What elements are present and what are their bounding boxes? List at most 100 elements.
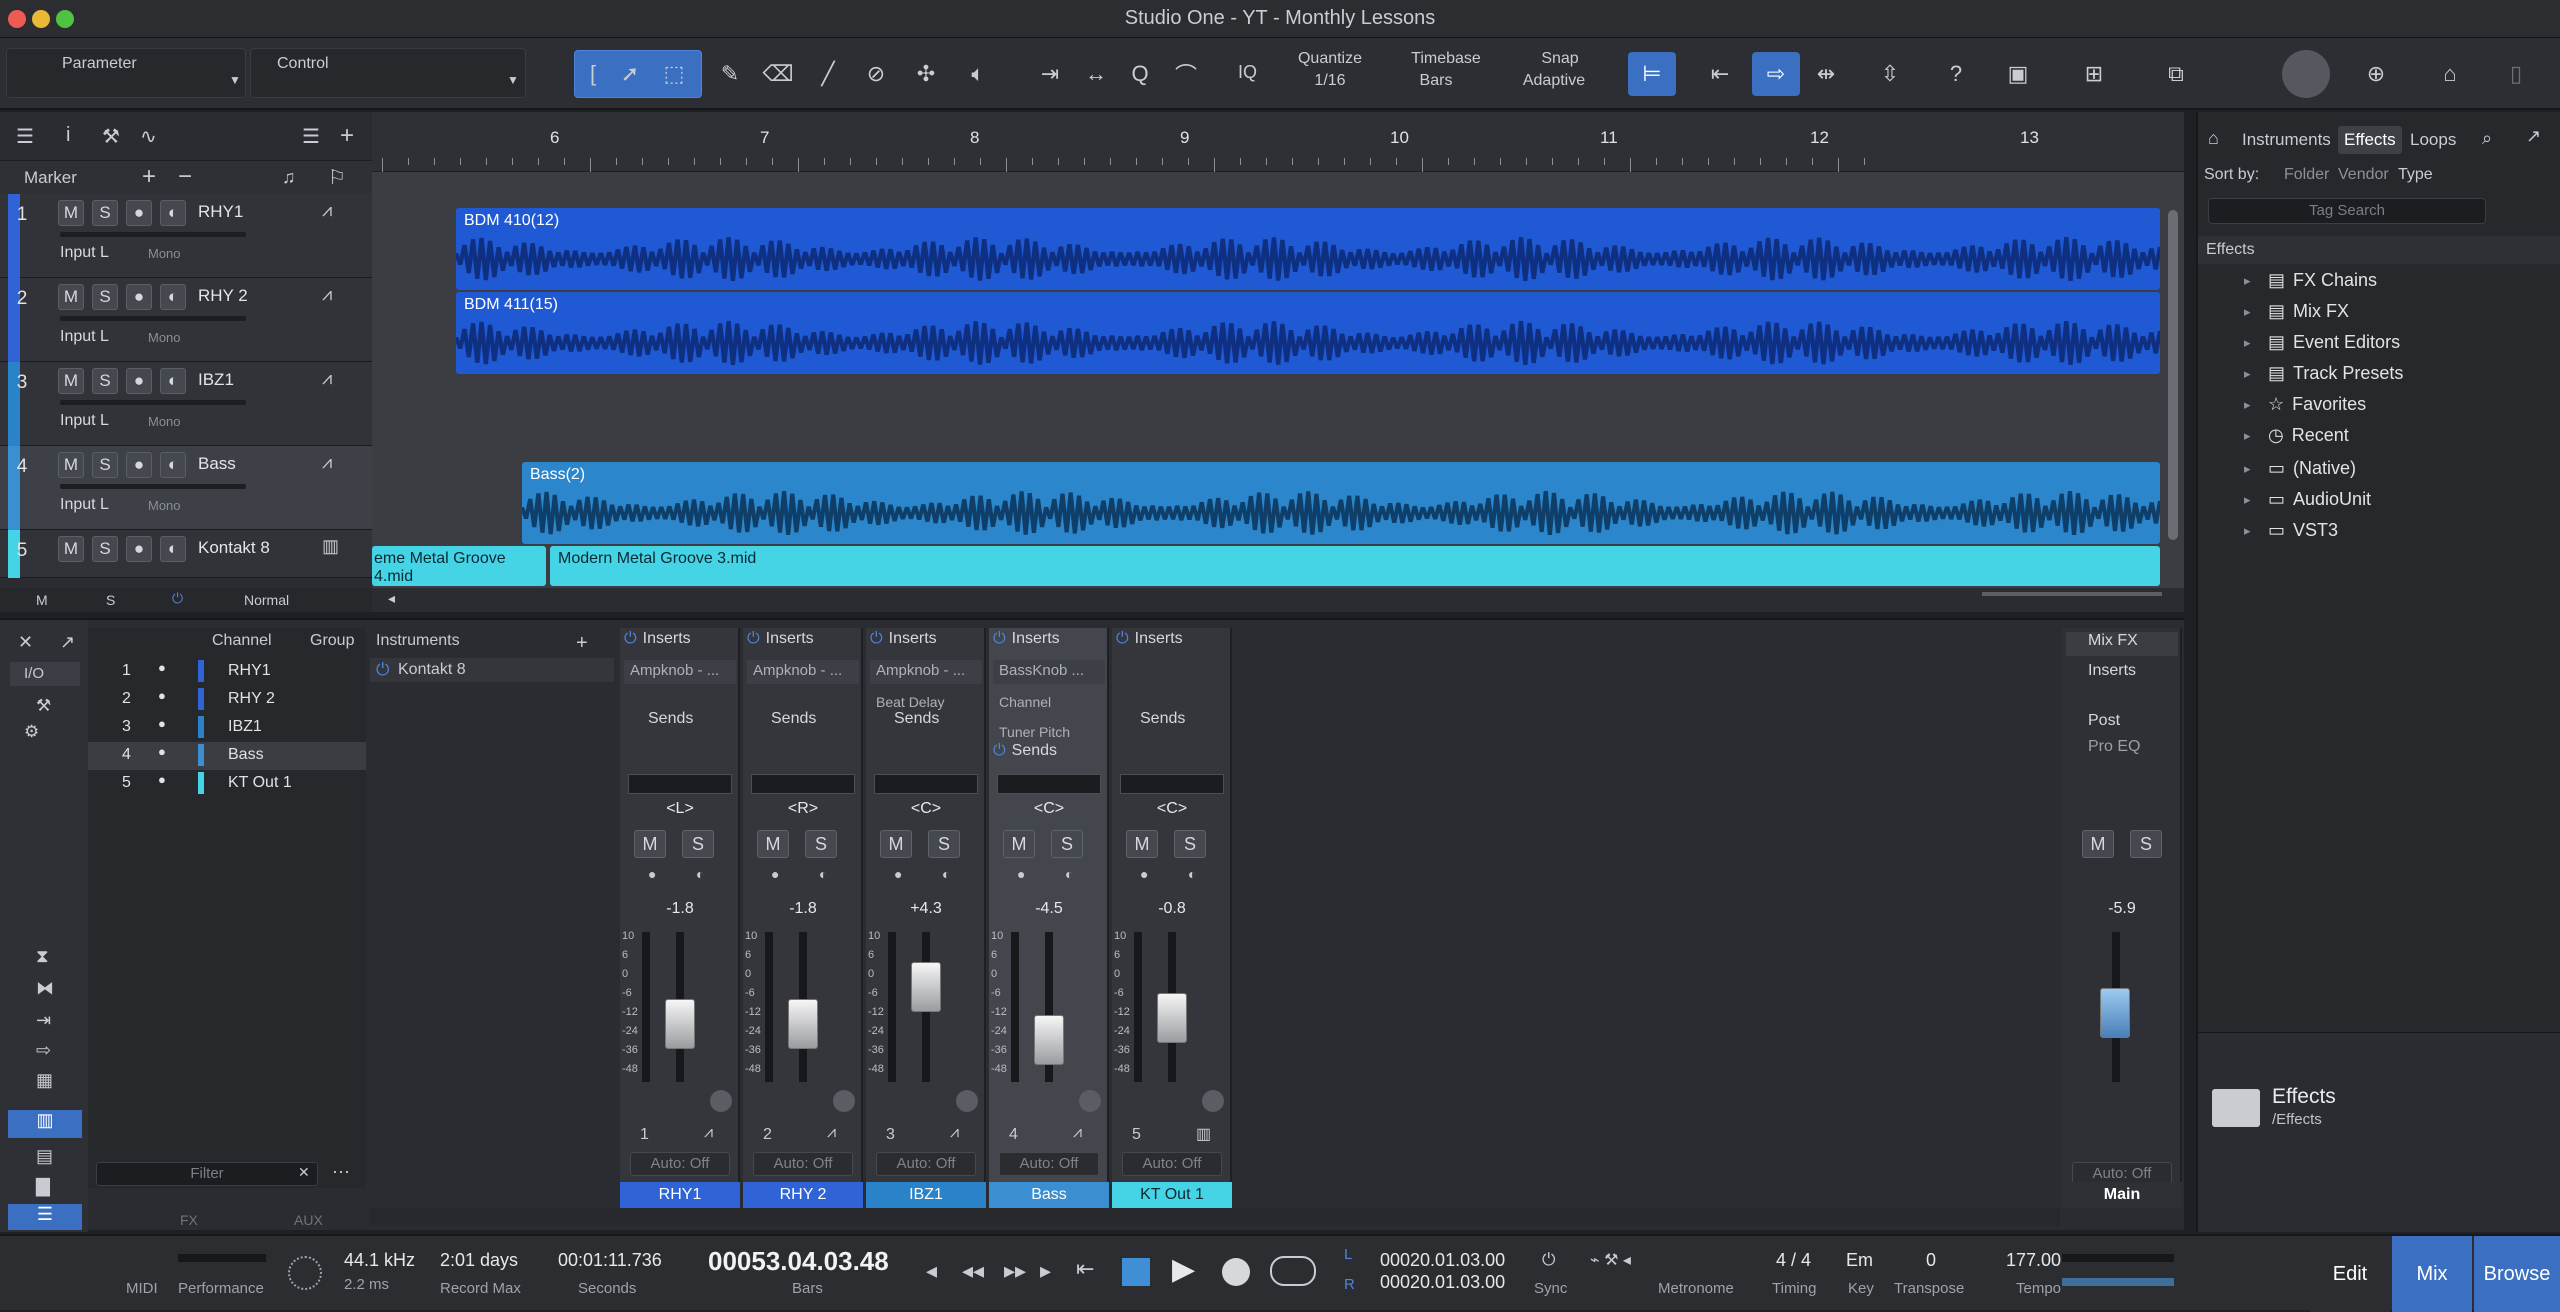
channel-row[interactable]: 3 ● IBZ1 [88, 714, 366, 742]
pan-slider[interactable] [997, 774, 1101, 794]
tab-instruments[interactable]: Instruments [2236, 126, 2337, 154]
tab-effects[interactable]: Effects [2338, 126, 2402, 154]
strip-name[interactable]: Bass [989, 1182, 1109, 1208]
eraser-tool-icon[interactable]: ⌫ [758, 52, 798, 96]
volume-fader[interactable] [665, 998, 695, 1049]
insert-slot[interactable]: Ampknob - ... [870, 660, 982, 684]
volume-fader[interactable] [788, 998, 818, 1049]
track-volume-slider[interactable] [60, 316, 246, 321]
automation-select[interactable]: Auto: Off [1122, 1152, 1222, 1176]
chevron-right-icon[interactable]: ▸ [2244, 492, 2260, 508]
rewind-icon[interactable]: ◂◂ [962, 1258, 984, 1284]
edit-view-button[interactable]: Edit [2310, 1236, 2390, 1312]
sends-header[interactable]: Sends [1116, 710, 1228, 734]
output-knob[interactable] [710, 1090, 732, 1112]
insert-slot[interactable]: BassKnob ... [993, 660, 1105, 684]
strip-name[interactable]: KT Out 1 [1112, 1182, 1232, 1208]
sync-power-icon[interactable]: ⏻ [1542, 1250, 1555, 1270]
channel-row[interactable]: 2 ● RHY 2 [88, 686, 366, 714]
sync-label[interactable]: Sync [1534, 1280, 1567, 1297]
track-name[interactable]: Kontakt 8 [198, 538, 270, 558]
track-input[interactable]: Input L [60, 412, 109, 430]
inserts-header[interactable]: ⏻ Inserts [1116, 630, 1228, 654]
browser-item[interactable]: ▸ ▭ VST3 [2244, 520, 2338, 541]
pan-slider[interactable] [1120, 774, 1224, 794]
timeline-ruler[interactable]: 6 7 8 9 10 11 12 13 [372, 112, 2184, 172]
chevron-right-icon[interactable]: ▸ [2244, 366, 2260, 382]
main-solo-button[interactable]: S [2130, 830, 2162, 858]
main-inserts-header[interactable]: Inserts [2066, 662, 2178, 686]
track-header[interactable]: 3 M S ● ◐ IBZ1 ⩘ Input L Mono [0, 362, 372, 446]
inserts-header[interactable]: ⏻ Inserts [624, 630, 736, 654]
avatar[interactable] [2282, 50, 2330, 98]
fast-forward-icon[interactable]: ▸▸ [1004, 1258, 1026, 1284]
instrument-row[interactable]: ⏻ Kontakt 8 [370, 658, 614, 682]
mix-view-button[interactable]: Mix [2392, 1236, 2472, 1312]
track-header[interactable]: 1 M S ● ◐ RHY1 ⩘ Input L Mono [0, 194, 372, 278]
automation-select[interactable]: Auto: Off [876, 1152, 976, 1176]
snap-value[interactable]: Adaptive [1514, 72, 1594, 90]
chevron-right-icon[interactable]: ▸ [2244, 273, 2260, 289]
proeq-insert[interactable]: Pro EQ [2066, 738, 2178, 762]
next-marker-icon[interactable]: ▸ [1040, 1258, 1051, 1284]
expand-icon[interactable]: ↗ [60, 632, 75, 653]
record-arm-icon[interactable]: ● [894, 866, 902, 882]
strip-name[interactable]: RHY 2 [743, 1182, 863, 1208]
chevron-right-icon[interactable]: ▸ [2244, 304, 2260, 320]
remove-marker-icon[interactable]: − [178, 163, 192, 191]
power-icon[interactable]: ⏻ [993, 630, 1006, 647]
mute-button[interactable]: M [58, 368, 84, 394]
monitor-icon[interactable]: ◐ [819, 866, 827, 882]
solo-button[interactable]: S [805, 830, 837, 858]
track-volume-slider[interactable] [60, 232, 246, 237]
record-arm-button[interactable]: ● [126, 200, 152, 226]
power-icon[interactable]: ⏻ [376, 660, 389, 680]
solo-button[interactable]: S [682, 830, 714, 858]
record-arm-icon[interactable]: ● [648, 866, 656, 882]
automation-select[interactable]: Auto: Off [630, 1152, 730, 1176]
mute-button[interactable]: M [634, 830, 666, 858]
automation-select[interactable]: Auto: Off [753, 1152, 853, 1176]
track-header[interactable]: 2 M S ● ◐ RHY 2 ⩘ Input L Mono [0, 278, 372, 362]
seconds-value[interactable]: 00:01:11.736 [558, 1250, 662, 1271]
snap-toggle-icon[interactable]: ⊨ [1628, 52, 1676, 96]
monitor-icon[interactable]: ◐ [942, 866, 950, 882]
browser-item[interactable]: ▸ ▤ Event Editors [2244, 332, 2400, 353]
table-icon[interactable]: ▦ [36, 1070, 53, 1091]
seconds-label[interactable]: Seconds [578, 1280, 636, 1297]
track-volume-slider[interactable] [60, 484, 246, 489]
midi-clip[interactable]: eme Metal Groove 4.mid [372, 546, 546, 586]
collapse-icon[interactable]: ⧗ [36, 946, 49, 967]
return-to-zero-icon[interactable]: ⇤ [1076, 1256, 1094, 1282]
zoom-slider[interactable] [1982, 592, 2162, 596]
monitor-button[interactable]: ◐ [160, 368, 186, 394]
browser-item[interactable]: ▸ ▤ Track Presets [2244, 363, 2403, 384]
strip-name[interactable]: IBZ1 [866, 1182, 986, 1208]
solo-button[interactable]: S [92, 368, 118, 394]
post-header[interactable]: Post [2066, 712, 2178, 736]
chevron-right-icon[interactable]: ▸ [2244, 461, 2260, 477]
bars-label[interactable]: Bars [792, 1280, 823, 1297]
output-knob[interactable] [833, 1090, 855, 1112]
network-icon[interactable]: ⚙ [24, 722, 39, 742]
split-tool-icon[interactable]: ✎ [710, 52, 750, 96]
channel-row[interactable]: 5 ● KT Out 1 [88, 770, 366, 798]
power-icon[interactable]: ⏻ [747, 630, 760, 647]
expand-icon[interactable]: ↗ [2526, 126, 2541, 147]
add-marker-icon[interactable]: + [142, 163, 156, 191]
pan-slider[interactable] [751, 774, 855, 794]
audio-clip[interactable]: BDM 410(12) [456, 208, 2160, 290]
track-mode-select[interactable]: Normal [244, 592, 289, 608]
mute-button[interactable]: M [58, 200, 84, 226]
loop-follow-icon[interactable]: ⌒ [1168, 52, 1204, 96]
automation-icon[interactable]: ∿ [140, 124, 157, 149]
inserts-header[interactable]: ⏻ Inserts [747, 630, 859, 654]
record-arm-icon[interactable]: ● [1017, 866, 1025, 882]
bracket-icon[interactable]: [ [578, 52, 608, 96]
monitor-button[interactable]: ◐ [160, 284, 186, 310]
mute-button[interactable]: M [1126, 830, 1158, 858]
timebase-value[interactable]: Bars [1396, 72, 1476, 90]
grid-icon[interactable]: ⊞ [2064, 52, 2124, 96]
visibility-dot-icon[interactable]: ● [158, 744, 166, 759]
browser-item[interactable]: ▸ ▤ FX Chains [2244, 270, 2377, 291]
